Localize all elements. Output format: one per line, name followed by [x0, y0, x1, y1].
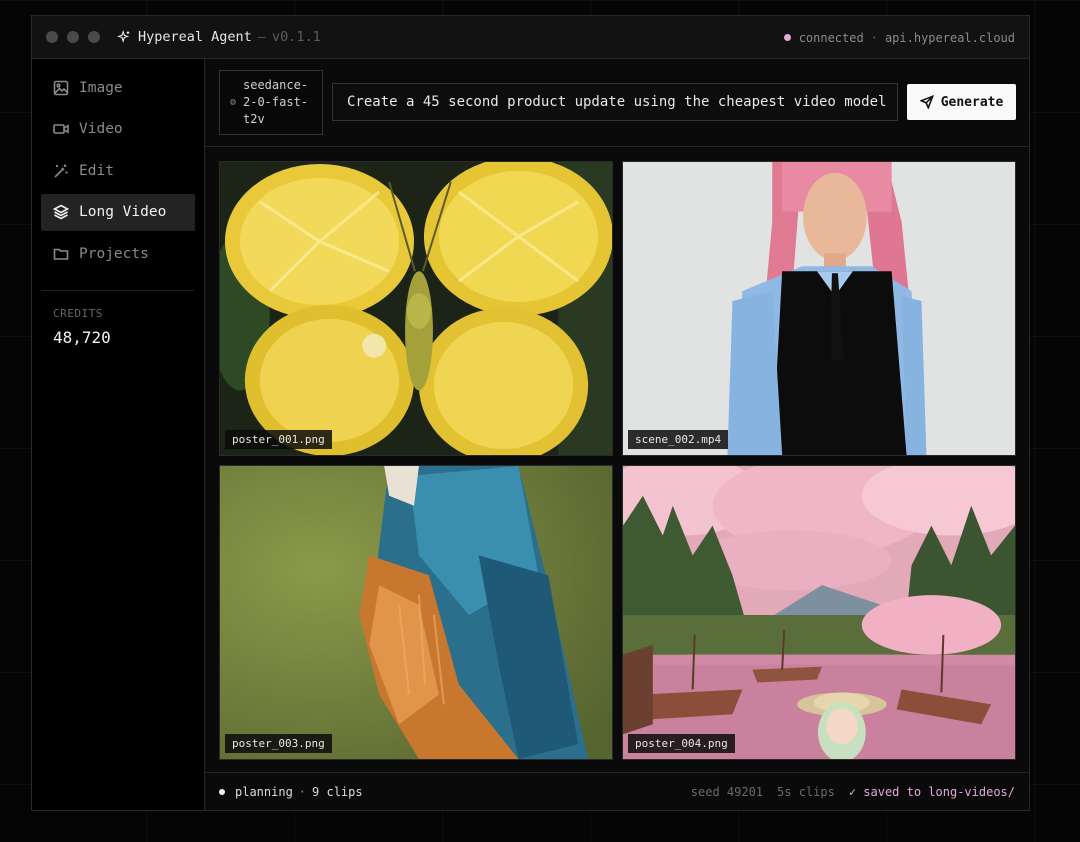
title-bar: Hypereal Agent — v0.1.1 connected · api.… — [32, 16, 1029, 59]
gallery-tile[interactable]: scene_002.mp4 — [622, 161, 1016, 456]
gallery-tile[interactable]: poster_003.png — [219, 465, 613, 760]
api-endpoint: api.hypereal.cloud — [884, 30, 1015, 45]
video-icon — [53, 124, 69, 134]
gallery-tile[interactable]: poster_001.png — [219, 161, 613, 456]
app-name: Hypereal Agent — [138, 29, 252, 45]
sidebar-item-video[interactable]: Video — [41, 111, 195, 148]
app-title: Hypereal Agent — v0.1.1 — [117, 29, 321, 45]
app-window: Hypereal Agent — v0.1.1 connected · api.… — [31, 15, 1030, 811]
sidebar: Image Video Edit Long Video Projects CRE… — [32, 59, 205, 810]
title-separator: — — [257, 29, 266, 45]
activity-dot — [219, 788, 225, 795]
layers-icon — [53, 204, 69, 220]
sidebar-item-image[interactable]: Image — [41, 69, 195, 106]
pink-hair-woman-image — [623, 162, 1015, 455]
close-window-button[interactable] — [46, 31, 58, 43]
credits-label: CREDITS — [53, 307, 103, 320]
tile-filename: scene_002.mp4 — [628, 430, 729, 449]
clip-count: 9 clips — [312, 784, 363, 799]
maximize-window-button[interactable] — [88, 31, 100, 43]
status-separator: · — [298, 784, 307, 799]
generate-button[interactable]: Generate — [907, 84, 1016, 120]
job-state: planning — [235, 784, 293, 799]
sparkle-icon — [117, 30, 130, 43]
model-name-line1: seedance- — [243, 78, 309, 92]
job-status: planning · 9 clips — [219, 785, 363, 799]
magic-wand-icon — [54, 164, 68, 178]
pink-anime-lake-image — [623, 466, 1015, 759]
image-icon — [53, 80, 69, 95]
main-panel: seedance- ⚙ 2-0-fast- t2v Create a 45 se… — [205, 59, 1029, 810]
model-name-row: ⚙ 2-0-fast- — [230, 94, 322, 111]
gallery-tile[interactable]: poster_004.png — [622, 465, 1016, 760]
credits-value: 48,720 — [53, 328, 111, 347]
model-name-line2: 2-0-fast- — [243, 95, 309, 109]
app-version: v0.1.1 — [271, 29, 321, 45]
sidebar-item-label: Long Video — [79, 204, 167, 220]
prompt-text: Create a 45 second product update using … — [347, 94, 887, 110]
kingfisher-image — [220, 466, 612, 759]
chip-icon: ⚙ — [230, 97, 237, 108]
sidebar-item-long-video[interactable]: Long Video — [41, 193, 195, 231]
sidebar-divider — [41, 290, 194, 291]
sidebar-nav: Image Video Edit Long Video Projects — [41, 69, 195, 277]
tile-filename: poster_003.png — [225, 734, 332, 753]
connection-state: connected — [798, 30, 864, 45]
sidebar-item-label: Projects — [79, 245, 149, 262]
clip-length: 5s clips — [777, 784, 835, 799]
connection-status: connected · api.hypereal.cloud — [783, 16, 1015, 59]
status-dot — [783, 34, 791, 41]
sidebar-item-projects[interactable]: Projects — [41, 235, 195, 272]
model-selector[interactable]: seedance- ⚙ 2-0-fast- t2v — [219, 70, 323, 135]
prompt-input[interactable]: Create a 45 second product update using … — [332, 83, 898, 121]
model-name-line3: t2v — [243, 112, 265, 126]
prompt-toolbar: seedance- ⚙ 2-0-fast- t2v Create a 45 se… — [205, 59, 1029, 147]
lemon-butterfly-image — [220, 162, 612, 455]
job-details: seed 49201 5s clips ✓ saved to long-vide… — [691, 785, 1015, 799]
sidebar-item-edit[interactable]: Edit — [41, 152, 195, 189]
sidebar-item-label: Image — [79, 79, 123, 96]
results-gallery: poster_001.png scene_002.mp4 poster_003.… — [205, 147, 1029, 774]
minimize-window-button[interactable] — [67, 31, 79, 43]
save-location: ✓ saved to long-videos/ — [848, 784, 1015, 799]
sidebar-item-label: Video — [79, 121, 123, 137]
seed-value: seed 49201 — [690, 784, 764, 799]
send-icon — [919, 95, 934, 109]
generate-label: Generate — [940, 94, 1004, 110]
window-controls — [46, 31, 100, 43]
status-separator: · — [870, 30, 878, 45]
status-bar: planning · 9 clips seed 49201 5s clips ✓… — [205, 772, 1029, 810]
tile-filename: poster_001.png — [225, 430, 332, 449]
sidebar-item-label: Edit — [79, 162, 114, 179]
folder-icon — [53, 248, 69, 260]
tile-filename: poster_004.png — [628, 734, 735, 753]
